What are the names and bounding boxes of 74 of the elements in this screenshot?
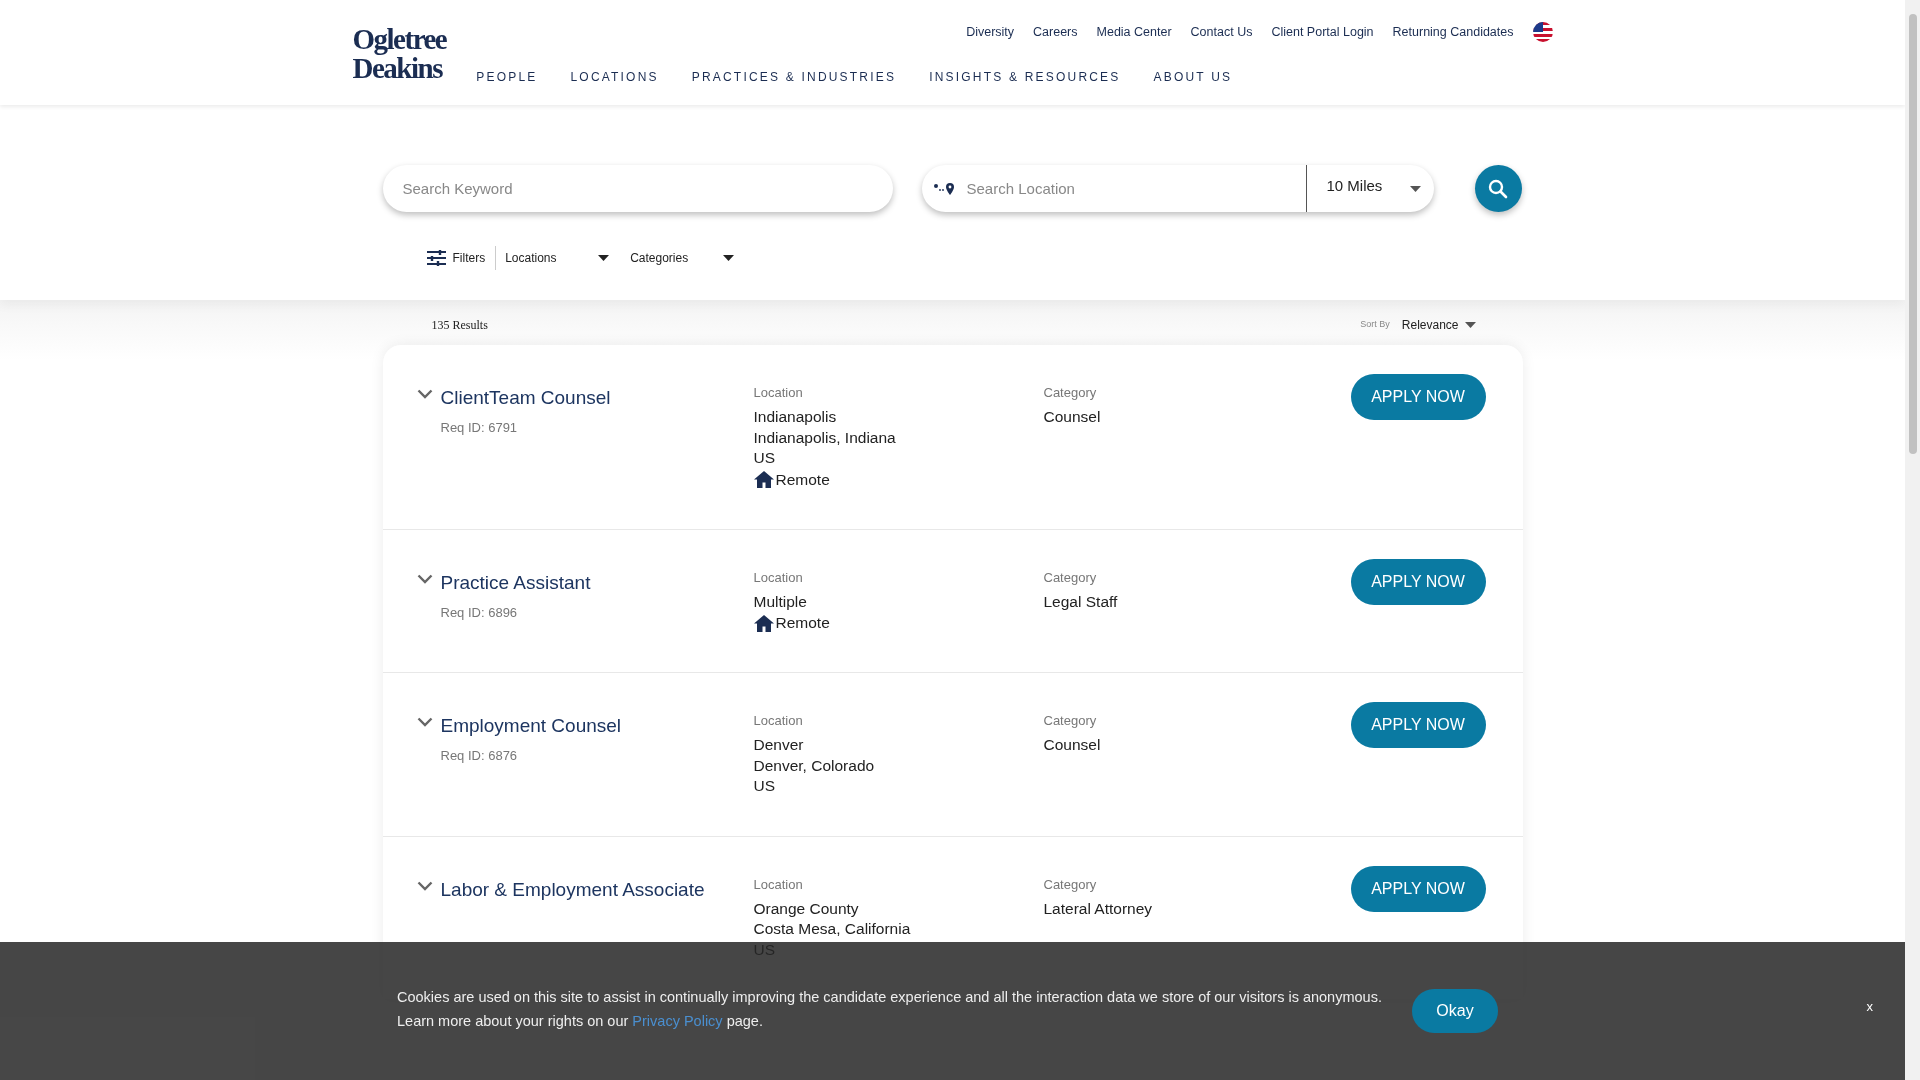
chevron-down-icon[interactable] — [416, 389, 433, 399]
location-text: US — [753, 776, 777, 796]
close-button[interactable]: x — [1866, 997, 1873, 1017]
sliders-icon — [426, 250, 446, 266]
header-link[interactable]: Returning Candidates — [1392, 22, 1514, 42]
chevron-down-icon[interactable] — [416, 573, 433, 584]
caret-icon — [1410, 185, 1422, 192]
sort-label: Sort By — [1360, 317, 1390, 331]
filter-dropdown[interactable]: Categories — [630, 249, 735, 267]
category-text: Legal Staff — [1043, 591, 1119, 612]
location-search-field[interactable]: Search Location — [966, 168, 1297, 209]
cookie-message: Cookies are used on this site to assist in continually improving the candidate experience and all the interaction data we store of our visitors is anonymous. Learn more about your rights on our Privacy Policy page. — [397, 988, 1383, 1031]
remote-label: Remote — [775, 613, 830, 633]
home-icon — [753, 614, 774, 632]
nav-link[interactable]: LOCATIONS — [570, 68, 659, 86]
caret-icon — [723, 255, 735, 261]
okay-button[interactable]: Okay — [1412, 989, 1498, 1033]
location-text: Denver — [753, 735, 805, 755]
category-label: Category — [1043, 875, 1098, 894]
chevron-down-icon[interactable] — [416, 717, 433, 727]
apply-now-button[interactable]: APPLY NOW — [1350, 374, 1486, 420]
location-label: Location — [753, 384, 804, 402]
apply-now-button[interactable]: APPLY NOW — [1350, 702, 1486, 748]
remote-label: Remote — [775, 469, 830, 490]
location-text: US — [753, 448, 777, 468]
location-label: Location — [753, 568, 804, 587]
apply-now-button[interactable]: APPLY NOW — [1350, 865, 1486, 912]
location-label: Location — [753, 875, 804, 894]
search-icon — [1488, 178, 1508, 199]
nav-link[interactable]: ABOUT US — [1153, 68, 1233, 86]
location-label: Location — [753, 712, 804, 730]
distance-dropdown[interactable]: 10 Miles — [1305, 165, 1434, 212]
job-title-link[interactable]: Practice Assistant — [440, 570, 591, 595]
header-link[interactable]: Media Center — [1096, 22, 1172, 42]
apply-now-button[interactable]: APPLY NOW — [1350, 558, 1486, 605]
category-label: Category — [1043, 568, 1098, 587]
category-text: Counsel — [1043, 735, 1102, 755]
category-label: Category — [1043, 712, 1098, 730]
nav-link[interactable]: PEOPLE — [476, 68, 538, 86]
location-text: Denver, Colorado — [753, 755, 876, 776]
search-button[interactable] — [1474, 165, 1522, 212]
location-text: Indianapolis — [753, 407, 838, 427]
location-pin-icon — [932, 181, 955, 196]
keyword-search-field[interactable]: Search Keyword — [382, 165, 893, 212]
category-label: Category — [1043, 384, 1098, 402]
job-title-link[interactable]: ClientTeam Counsel — [440, 386, 611, 410]
filter-dropdown[interactable]: Locations — [505, 249, 610, 267]
job-title-link[interactable]: Labor & Employment Associate — [440, 877, 705, 902]
header-link[interactable]: Contact Us — [1190, 22, 1253, 42]
caret-icon — [1464, 321, 1476, 328]
job-title-link[interactable]: Employment Counsel — [440, 714, 622, 738]
header-link[interactable]: Diversity — [966, 22, 1015, 42]
nav-link[interactable]: PRACTICES & INDUSTRIES — [691, 68, 897, 86]
home-icon — [753, 471, 774, 488]
nav-link[interactable]: INSIGHTS & RESOURCES — [929, 68, 1121, 86]
chevron-down-icon[interactable] — [416, 880, 433, 891]
scrollbar[interactable] — [1905, 0, 1920, 1080]
filters-button[interactable]: Filters — [426, 246, 497, 270]
category-text: Lateral Attorney — [1043, 898, 1154, 919]
location-text: Multiple — [753, 591, 808, 612]
caret-icon — [598, 255, 610, 261]
header-link[interactable]: Client Portal Login — [1271, 22, 1374, 42]
location-text: Costa Mesa, California — [753, 919, 912, 939]
req-id: Req ID: 6896 — [440, 603, 519, 622]
category-text: Counsel — [1043, 407, 1102, 427]
sort-dropdown[interactable]: Relevance — [1401, 315, 1476, 334]
location-text: Indianapolis, Indiana — [753, 427, 897, 448]
results-count: 135 Results — [431, 316, 488, 334]
flag-icon[interactable] — [1532, 22, 1553, 42]
req-id: Req ID: 6791 — [440, 419, 519, 437]
logo[interactable]: Ogletree Deakins — [352, 25, 447, 83]
req-id: Req ID: 6876 — [440, 747, 519, 765]
header-link[interactable]: Careers — [1033, 22, 1078, 42]
location-text: Orange County — [753, 898, 860, 919]
